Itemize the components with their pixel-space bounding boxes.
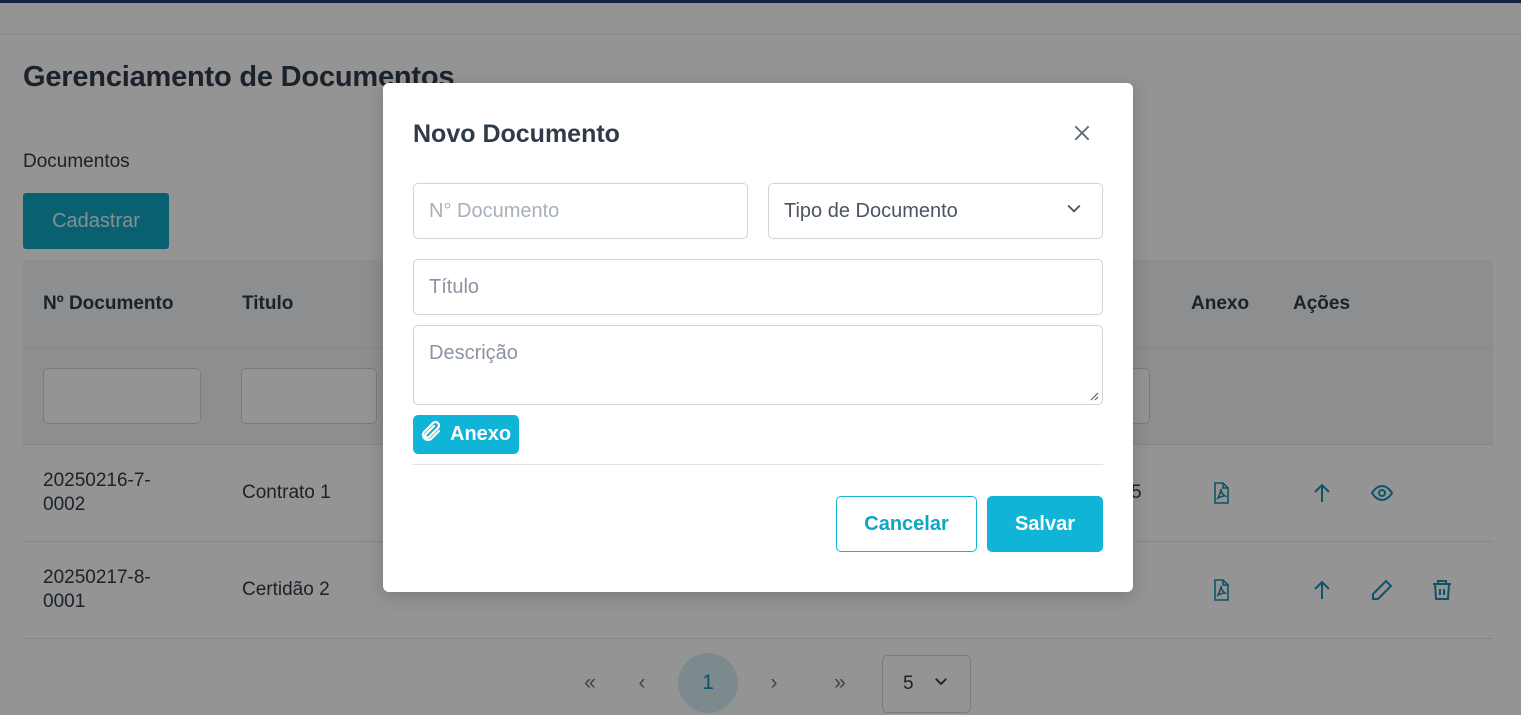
title-input[interactable]: Título (413, 259, 1103, 315)
modal-divider (413, 464, 1103, 465)
resize-handle-icon[interactable] (1089, 391, 1099, 401)
save-button[interactable]: Salvar (987, 496, 1103, 552)
modal-title: Novo Documento (413, 120, 620, 148)
document-type-placeholder: Tipo de Documento (784, 199, 958, 222)
title-placeholder: Título (429, 275, 480, 298)
document-number-input[interactable]: N° Documento (413, 183, 748, 239)
new-document-modal: Novo Documento N° Documento Tipo de Docu… (383, 83, 1133, 592)
attach-label: Anexo (450, 423, 512, 445)
document-type-select[interactable]: Tipo de Documento (768, 183, 1103, 239)
attach-button[interactable]: Anexo (413, 415, 519, 454)
close-icon[interactable] (1069, 120, 1095, 146)
document-number-placeholder: N° Documento (429, 199, 560, 222)
description-placeholder: Descrição (429, 342, 518, 364)
chevron-down-icon (1064, 198, 1084, 224)
paperclip-icon (419, 420, 443, 450)
description-textarea[interactable]: Descrição (413, 325, 1103, 405)
cancel-button[interactable]: Cancelar (836, 496, 977, 552)
